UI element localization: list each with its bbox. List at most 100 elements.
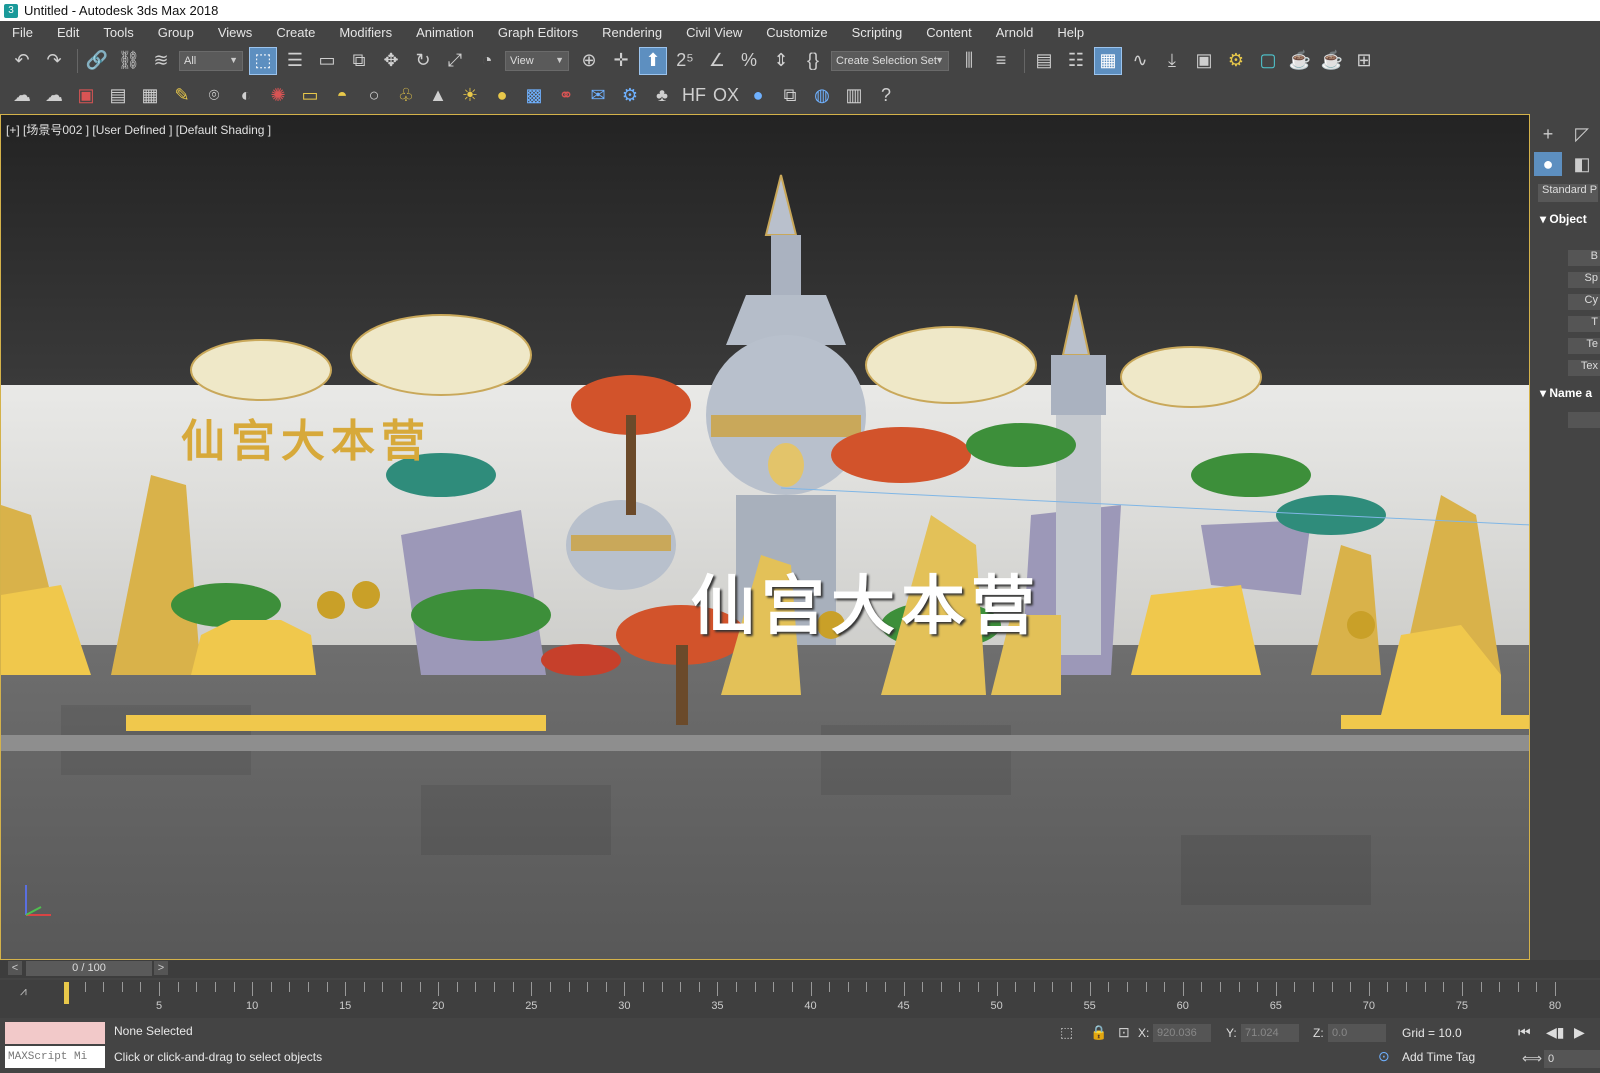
- play-icon[interactable]: ▶: [1574, 1024, 1585, 1041]
- grid-panel-icon[interactable]: ▦: [136, 82, 164, 110]
- render-production-icon[interactable]: ☕: [1286, 47, 1314, 75]
- shapes-icon[interactable]: ◧: [1568, 152, 1596, 176]
- menu-views[interactable]: Views: [206, 25, 264, 40]
- time-tag-icon[interactable]: ⊙: [1378, 1048, 1390, 1065]
- geometry-icon[interactable]: ●: [1534, 152, 1562, 176]
- maxscript-listener-output[interactable]: [5, 1022, 105, 1044]
- plane-light-icon[interactable]: ▭: [296, 82, 324, 110]
- lock-icon[interactable]: 🔒: [1090, 1024, 1107, 1041]
- grass-icon[interactable]: ♣: [648, 82, 676, 110]
- material-icon[interactable]: ◍: [808, 82, 836, 110]
- menu-modifiers[interactable]: Modifiers: [327, 25, 404, 40]
- schematic-view-icon[interactable]: ⤓: [1158, 47, 1186, 75]
- object-button-sphere[interactable]: Sp: [1568, 272, 1600, 288]
- current-frame-field[interactable]: 0: [1544, 1050, 1600, 1068]
- hair-fur-icon[interactable]: HF: [680, 82, 708, 110]
- current-frame-marker[interactable]: [64, 982, 69, 1004]
- menu-tools[interactable]: Tools: [91, 25, 145, 40]
- layer-explorer-icon[interactable]: ☷: [1062, 47, 1090, 75]
- menu-graph-editors[interactable]: Graph Editors: [486, 25, 590, 40]
- menu-content[interactable]: Content: [914, 25, 984, 40]
- menu-help[interactable]: Help: [1045, 25, 1096, 40]
- curve-editor-mini-icon[interactable]: ⩘: [20, 984, 27, 999]
- object-button-torus[interactable]: T: [1568, 316, 1600, 332]
- spot-light-icon[interactable]: ♧: [392, 82, 420, 110]
- bind-spacewarp-icon[interactable]: ≋: [147, 47, 175, 75]
- reference-coordinate-dropdown[interactable]: View ▼: [505, 50, 569, 71]
- rectangular-selection-icon[interactable]: ▭: [313, 47, 341, 75]
- workspace-icon[interactable]: ⊞: [1350, 47, 1378, 75]
- menu-create[interactable]: Create: [264, 25, 327, 40]
- window-crossing-icon[interactable]: ⧉: [345, 47, 373, 75]
- go-to-start-icon[interactable]: ⏮: [1518, 1024, 1531, 1041]
- help-icon[interactable]: ?: [872, 82, 900, 110]
- object-type-rollout[interactable]: ▾ Object: [1540, 212, 1587, 226]
- link-icon[interactable]: 🔗: [83, 47, 111, 75]
- next-frame-button[interactable]: >: [154, 961, 168, 975]
- scale-icon[interactable]: ⤢: [441, 47, 469, 75]
- cone-light-icon[interactable]: ▲: [424, 82, 452, 110]
- omni-light-icon[interactable]: ●: [488, 82, 516, 110]
- keyboard-shortcut-override-icon[interactable]: ⬆: [639, 46, 667, 75]
- mirror-icon[interactable]: ⫼: [955, 47, 983, 75]
- ox-icon[interactable]: OX: [712, 82, 740, 110]
- dome-light-icon[interactable]: ◓: [328, 82, 356, 110]
- grid-mesh-icon[interactable]: ▩: [520, 82, 548, 110]
- undo-icon[interactable]: ↶: [8, 47, 36, 75]
- curve-editor-icon[interactable]: ∿: [1126, 47, 1154, 75]
- redo-icon[interactable]: ↷: [40, 47, 68, 75]
- perspective-viewport[interactable]: [+] [场景号002 ] [User Defined ] [Default S…: [0, 114, 1530, 960]
- snaps-toggle-icon[interactable]: 2⁵: [671, 47, 699, 75]
- exposure-icon[interactable]: ◐: [232, 82, 260, 110]
- absolute-mode-icon[interactable]: ⊡: [1118, 1024, 1130, 1041]
- menu-animation[interactable]: Animation: [404, 25, 486, 40]
- teapot-icon[interactable]: ☁: [8, 82, 36, 110]
- molecule-icon[interactable]: ⚭: [552, 82, 580, 110]
- rendered-frame-window-icon[interactable]: ▢: [1254, 47, 1282, 75]
- scene-explorer-icon[interactable]: ▤: [1030, 47, 1058, 75]
- object-name-field[interactable]: [1568, 412, 1600, 428]
- select-object-icon[interactable]: ⬚: [249, 46, 277, 75]
- move-icon[interactable]: ✥: [377, 47, 405, 75]
- render-image-icon[interactable]: ▣: [72, 82, 100, 110]
- edit-named-selection-icon[interactable]: {}: [799, 47, 827, 75]
- maxscript-mini-listener[interactable]: MAXScript Mi: [5, 1046, 105, 1068]
- gear-icon[interactable]: ⚙: [616, 82, 644, 110]
- object-button-teapot[interactable]: Te: [1568, 338, 1600, 354]
- camera-icon[interactable]: ⌾: [200, 82, 228, 110]
- selection-filter-dropdown[interactable]: All ▼: [179, 50, 243, 71]
- render-iterative-icon[interactable]: ☕: [1318, 47, 1346, 75]
- pivot-center-icon[interactable]: ⊕: [575, 47, 603, 75]
- effects-icon[interactable]: ✺: [264, 82, 292, 110]
- percent-snap-icon[interactable]: %: [735, 47, 763, 75]
- prev-frame-button[interactable]: <: [8, 961, 22, 975]
- material-editor-icon[interactable]: ▣: [1190, 47, 1218, 75]
- viewport-label[interactable]: [+] [场景号002 ] [User Defined ] [Default S…: [6, 121, 271, 138]
- menu-group[interactable]: Group: [146, 25, 206, 40]
- previous-frame-icon[interactable]: ◀▮: [1546, 1024, 1564, 1041]
- menu-rendering[interactable]: Rendering: [590, 25, 674, 40]
- light-lister-icon[interactable]: ✎: [168, 82, 196, 110]
- menu-customize[interactable]: Customize: [754, 25, 839, 40]
- toggle-ribbon-icon[interactable]: ▦: [1094, 46, 1122, 75]
- select-manipulate-icon[interactable]: ✛: [607, 47, 635, 75]
- rotate-icon[interactable]: ↻: [409, 47, 437, 75]
- sphere-light-icon[interactable]: ○: [360, 82, 388, 110]
- add-time-tag-button[interactable]: Add Time Tag: [1402, 1050, 1475, 1064]
- menu-file[interactable]: File: [0, 25, 45, 40]
- angle-snap-icon[interactable]: ∠: [703, 47, 731, 75]
- sphere-icon[interactable]: ●: [744, 82, 772, 110]
- spinner-snap-icon[interactable]: ⇕: [767, 47, 795, 75]
- key-mode-icon[interactable]: ⟺: [1522, 1050, 1542, 1067]
- trackbar[interactable]: ⩘ 5 10 15 20 25 30 35 40 45 50 55 60 65 70 75 80: [0, 980, 1600, 1018]
- asset-tracking-icon[interactable]: ▥: [840, 82, 868, 110]
- z-coordinate-field[interactable]: 0.0: [1328, 1024, 1386, 1042]
- select-by-name-icon[interactable]: ☰: [281, 47, 309, 75]
- time-slider[interactable]: 0 / 100: [26, 961, 152, 976]
- cloud-icon[interactable]: ☁: [40, 82, 68, 110]
- menu-arnold[interactable]: Arnold: [984, 25, 1046, 40]
- modify-tab-icon[interactable]: ◸: [1568, 122, 1596, 146]
- envelope-icon[interactable]: ✉: [584, 82, 612, 110]
- isolate-selection-icon[interactable]: ⬚: [1060, 1024, 1073, 1041]
- object-button-cylinder[interactable]: Cy: [1568, 294, 1600, 310]
